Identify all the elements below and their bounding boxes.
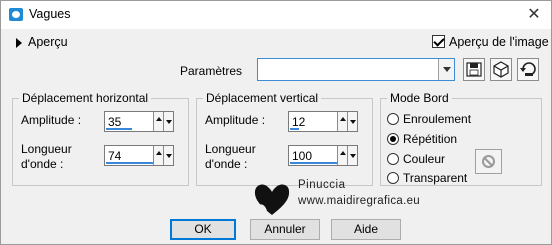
h-wavelength-value[interactable]: 74: [108, 149, 121, 163]
spin-down-icon[interactable]: [163, 112, 173, 131]
reset-icon: [520, 62, 536, 76]
close-icon[interactable]: ✕: [519, 4, 549, 26]
spin-down-icon[interactable]: [163, 146, 173, 165]
v-wavelength-spinbox[interactable]: 100: [288, 145, 358, 166]
radio-transparent[interactable]: [387, 172, 399, 184]
save-icon: [466, 62, 482, 77]
expand-arrow-icon[interactable]: [16, 38, 22, 48]
cube-icon: [493, 61, 509, 78]
params-label: Paramètres: [180, 64, 243, 78]
group-title-vertical: Déplacement vertical: [203, 91, 322, 105]
watermark-url: www.maidiregrafica.eu: [298, 195, 420, 207]
radio-label-repeat[interactable]: Répétition: [403, 132, 457, 146]
h-wavelength-label-2: d'onde :: [21, 157, 64, 171]
radio-label-transparent[interactable]: Transparent: [403, 171, 467, 185]
vertical-displacement-group: Déplacement vertical Amplitude : 12 Long…: [196, 91, 373, 186]
reset-button[interactable]: [517, 58, 539, 81]
preview-toggle[interactable]: Aperçu: [28, 35, 68, 49]
color-swatch[interactable]: [475, 149, 502, 174]
h-amplitude-label: Amplitude :: [21, 113, 82, 127]
radio-wrap[interactable]: [387, 113, 399, 125]
v-wavelength-label-1: Longueur: [205, 142, 256, 156]
dialog-window: Vagues ✕ Aperçu Aperçu de l'image Paramè…: [0, 0, 552, 245]
v-amplitude-value[interactable]: 12: [292, 115, 305, 129]
v-wavelength-label-2: d'onde :: [205, 157, 248, 171]
h-wavelength-label-1: Longueur: [21, 142, 72, 156]
save-preset-button[interactable]: [463, 58, 485, 81]
group-title-horizontal: Déplacement horizontal: [19, 91, 152, 105]
h-amplitude-value[interactable]: 35: [108, 115, 121, 129]
spin-up-icon[interactable]: [337, 112, 347, 131]
h-amplitude-spinbox[interactable]: 35: [104, 111, 174, 132]
app-icon: [9, 8, 23, 21]
h-amplitude-slider-bar[interactable]: [106, 128, 132, 130]
radio-color[interactable]: [387, 153, 399, 165]
spin-up-icon[interactable]: [153, 112, 163, 131]
spin-down-icon[interactable]: [347, 146, 357, 165]
radio-repeat[interactable]: [387, 133, 399, 145]
horizontal-displacement-group: Déplacement horizontal Amplitude : 35 Lo…: [12, 91, 189, 186]
ok-button[interactable]: OK: [170, 219, 236, 240]
preview-checkbox-label[interactable]: Aperçu de l'image: [449, 35, 549, 49]
chevron-down-icon[interactable]: [438, 59, 454, 80]
help-button[interactable]: Aide: [331, 219, 401, 240]
v-amplitude-slider-bar[interactable]: [290, 128, 299, 130]
v-wavelength-slider-bar[interactable]: [290, 162, 338, 164]
window-title: Vagues: [29, 7, 71, 21]
radio-label-color[interactable]: Couleur: [403, 152, 445, 166]
spin-up-icon[interactable]: [153, 146, 163, 165]
v-wavelength-value[interactable]: 100: [292, 149, 312, 163]
random-button[interactable]: [490, 58, 512, 81]
radio-label-wrap[interactable]: Enroulement: [403, 112, 471, 126]
spin-down-icon[interactable]: [347, 112, 357, 131]
edge-mode-group: Mode Bord Enroulement Répétition Couleur…: [380, 91, 542, 186]
h-wavelength-slider-bar[interactable]: [106, 162, 154, 164]
preview-checkbox[interactable]: [432, 35, 445, 48]
cancel-button[interactable]: Annuler: [250, 219, 320, 240]
group-title-edge-mode: Mode Bord: [387, 91, 452, 105]
watermark-name: Pinuccia: [298, 179, 346, 191]
spin-up-icon[interactable]: [337, 146, 347, 165]
heart-icon: [254, 184, 290, 215]
h-wavelength-spinbox[interactable]: 74: [104, 145, 174, 166]
v-amplitude-spinbox[interactable]: 12: [288, 111, 358, 132]
params-dropdown[interactable]: [257, 58, 455, 81]
v-amplitude-label: Amplitude :: [205, 113, 266, 127]
no-color-icon: [482, 155, 495, 168]
title-bar: Vagues ✕: [1, 1, 551, 29]
